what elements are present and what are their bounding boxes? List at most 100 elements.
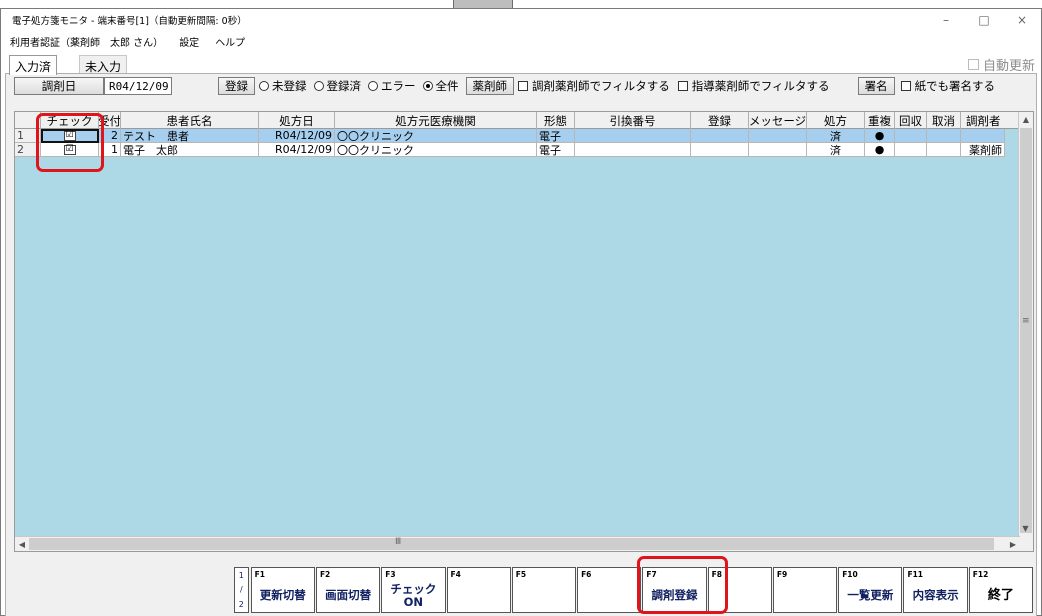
cell-canceled xyxy=(927,129,961,143)
menu-bar: 利用者認証（薬剤師 太郎 さん） 設定 ヘルプ xyxy=(1,31,1041,51)
cell-duplicate: ● xyxy=(865,143,895,157)
tab-strip: 入力済 未入力 自動更新 xyxy=(1,55,1041,75)
f11-show-details-button[interactable]: F11 内容表示 xyxy=(903,567,968,613)
register-button[interactable]: 登録 xyxy=(218,77,255,95)
f10-list-refresh-button[interactable]: F10 一覧更新 xyxy=(838,567,903,613)
horizontal-scrollbar[interactable]: ◀ Ⅲ ▶ xyxy=(15,536,1020,551)
main-panel: 調剤日 R04/12/09 登録 未登録 登録済 エラー 全件 薬剤師 調剤薬剤… xyxy=(5,73,1037,616)
menu-user-auth[interactable]: 利用者認証（薬剤師 太郎 さん） xyxy=(10,34,163,49)
col-duplicate[interactable]: 重複 xyxy=(865,112,895,129)
radio-registered[interactable]: 登録済 xyxy=(313,78,361,94)
radio-unregistered[interactable]: 未登録 xyxy=(259,78,307,94)
cell-reception: 2 xyxy=(99,129,121,143)
col-check[interactable]: チェック xyxy=(41,112,99,129)
cell-issuing-clinic: 〇〇クリニック xyxy=(335,129,537,143)
cell-prescription: 済 xyxy=(807,129,865,143)
sign-paper-checkbox[interactable]: 紙でも署名する xyxy=(900,78,995,94)
scroll-grip-icon: Ⅲ xyxy=(395,537,402,547)
cell-prescription: 済 xyxy=(807,143,865,157)
filter-supervising-pharmacist[interactable]: 指導薬剤師でフィルタする xyxy=(677,78,830,94)
maximize-button[interactable]: □ xyxy=(965,9,1003,31)
sign-button[interactable]: 署名 xyxy=(857,77,895,95)
cell-recovered xyxy=(895,143,927,157)
table-row[interactable]: 2 ☑ 1 電子 太郎 R04/12/09 〇〇クリニック 電子 済 ● 薬剤師 xyxy=(15,143,1020,157)
cell-recovered xyxy=(895,129,927,143)
minimize-button[interactable]: – xyxy=(927,9,965,31)
auto-update-checkbox[interactable] xyxy=(967,59,979,70)
row-check-cell[interactable]: ☑ xyxy=(41,143,99,157)
prescription-grid[interactable]: チェック 受付 患者氏名 処方日 処方元医療機関 形態 引換番号 登録 メッセー… xyxy=(14,111,1034,552)
vertical-scroll-thumb[interactable] xyxy=(1020,128,1032,533)
scroll-left-icon[interactable]: ◀ xyxy=(15,537,29,551)
f5-button[interactable]: F5 xyxy=(511,567,577,613)
col-registered[interactable]: 登録 xyxy=(691,112,749,129)
checkbox-checked-icon[interactable]: ☑ xyxy=(63,144,76,155)
cell-form: 電子 xyxy=(537,129,575,143)
cell-message xyxy=(749,143,807,157)
row-check-cell[interactable]: ☑ xyxy=(41,129,99,143)
f9-button[interactable]: F9 xyxy=(772,567,838,613)
f7-dispensing-register-button[interactable]: F7 調剤登録 xyxy=(642,567,707,613)
table-row[interactable]: 1 ☑ 2 テスト 患者 R04/12/09 〇〇クリニック 電子 済 ● xyxy=(15,129,1020,143)
checkbox-checked-icon[interactable]: ☑ xyxy=(63,130,76,141)
fkey-page-indicator[interactable]: 1/2 xyxy=(234,567,249,613)
menu-help[interactable]: ヘルプ xyxy=(215,34,245,49)
col-recovered[interactable]: 回収 xyxy=(895,112,927,129)
col-patient-name[interactable]: 患者氏名 xyxy=(121,112,259,129)
dispensing-date-input[interactable]: R04/12/09 xyxy=(104,77,172,95)
f3-check-on-button[interactable]: F3 チェック ON xyxy=(381,567,446,613)
radio-error[interactable]: エラー xyxy=(368,78,416,94)
row-header-corner xyxy=(15,112,41,129)
function-key-bar: 1/2 F1 更新切替 F2 画面切替 F3 チェック ON F4 F5 F6 F7 調… xyxy=(234,567,1034,613)
col-form[interactable]: 形態 xyxy=(537,112,575,129)
pharmacist-button[interactable]: 薬剤師 xyxy=(465,77,514,95)
cell-canceled xyxy=(927,143,961,157)
cell-duplicate: ● xyxy=(865,129,895,143)
f4-button[interactable]: F4 xyxy=(446,567,511,613)
col-issuing-clinic[interactable]: 処方元医療機関 xyxy=(335,112,537,129)
horizontal-scroll-thumb[interactable] xyxy=(29,538,994,550)
col-canceled[interactable]: 取消 xyxy=(927,112,961,129)
f12-exit-button[interactable]: F12 終了 xyxy=(968,567,1034,613)
cell-message xyxy=(749,129,807,143)
f2-screen-toggle-button[interactable]: F2 画面切替 xyxy=(315,567,381,613)
tab-not-entered[interactable]: 未入力 xyxy=(79,55,128,74)
cell-reception: 1 xyxy=(99,143,121,157)
close-button[interactable]: × xyxy=(1003,9,1041,31)
app-window: 電子処方箋モニタ - 端末番号[1]（自動更新間隔: 0秒） – □ × 利用者… xyxy=(0,8,1042,616)
title-bar: 電子処方箋モニタ - 端末番号[1]（自動更新間隔: 0秒） – □ × xyxy=(1,9,1041,31)
scroll-grip-icon: ≡ xyxy=(1022,316,1030,326)
col-dispenser[interactable]: 調剤者 xyxy=(961,112,1020,129)
scroll-up-icon[interactable]: ▲ xyxy=(1019,112,1033,127)
filter-toolbar: 調剤日 R04/12/09 登録 未登録 登録済 エラー 全件 薬剤師 調剤薬剤… xyxy=(14,77,1034,95)
scroll-down-icon[interactable]: ▼ xyxy=(1019,521,1032,536)
row-number: 1 xyxy=(15,129,41,143)
f6-button[interactable]: F6 xyxy=(577,567,642,613)
filter-dispensing-pharmacist[interactable]: 調剤薬剤師でフィルタする xyxy=(518,78,670,94)
dispensing-date-button[interactable]: 調剤日 xyxy=(14,77,104,95)
scroll-right-icon[interactable]: ▶ xyxy=(1006,537,1020,551)
cell-exchange-number xyxy=(575,129,691,143)
cell-form: 電子 xyxy=(537,143,575,157)
tab-entered[interactable]: 入力済 xyxy=(9,55,58,75)
cell-patient-name: テスト 患者 xyxy=(121,129,259,143)
auto-update-toggle[interactable]: 自動更新 xyxy=(967,55,1035,74)
cell-dispenser: 薬剤師 xyxy=(961,143,1005,157)
f1-update-toggle-button[interactable]: F1 更新切替 xyxy=(250,567,315,613)
cell-exchange-number xyxy=(575,143,691,157)
cell-prescription-date: R04/12/09 xyxy=(259,143,335,157)
col-prescription-date[interactable]: 処方日 xyxy=(259,112,335,129)
col-reception[interactable]: 受付 xyxy=(99,112,121,129)
vertical-scrollbar[interactable]: ▲ ≡ ▼ xyxy=(1018,112,1033,551)
radio-all[interactable]: 全件 xyxy=(422,78,459,94)
menu-settings[interactable]: 設定 xyxy=(179,34,199,49)
grid-header: チェック 受付 患者氏名 処方日 処方元医療機関 形態 引換番号 登録 メッセー… xyxy=(15,112,1033,129)
row-number: 2 xyxy=(15,143,41,157)
cell-patient-name: 電子 太郎 xyxy=(121,143,259,157)
f8-button[interactable]: F8 xyxy=(707,567,772,613)
col-message[interactable]: メッセージ xyxy=(749,112,807,129)
col-prescription[interactable]: 処方 xyxy=(807,112,865,129)
auto-update-label: 自動更新 xyxy=(982,59,1035,74)
window-title: 電子処方箋モニタ - 端末番号[1]（自動更新間隔: 0秒） xyxy=(12,16,247,27)
col-exchange-number[interactable]: 引換番号 xyxy=(575,112,691,129)
